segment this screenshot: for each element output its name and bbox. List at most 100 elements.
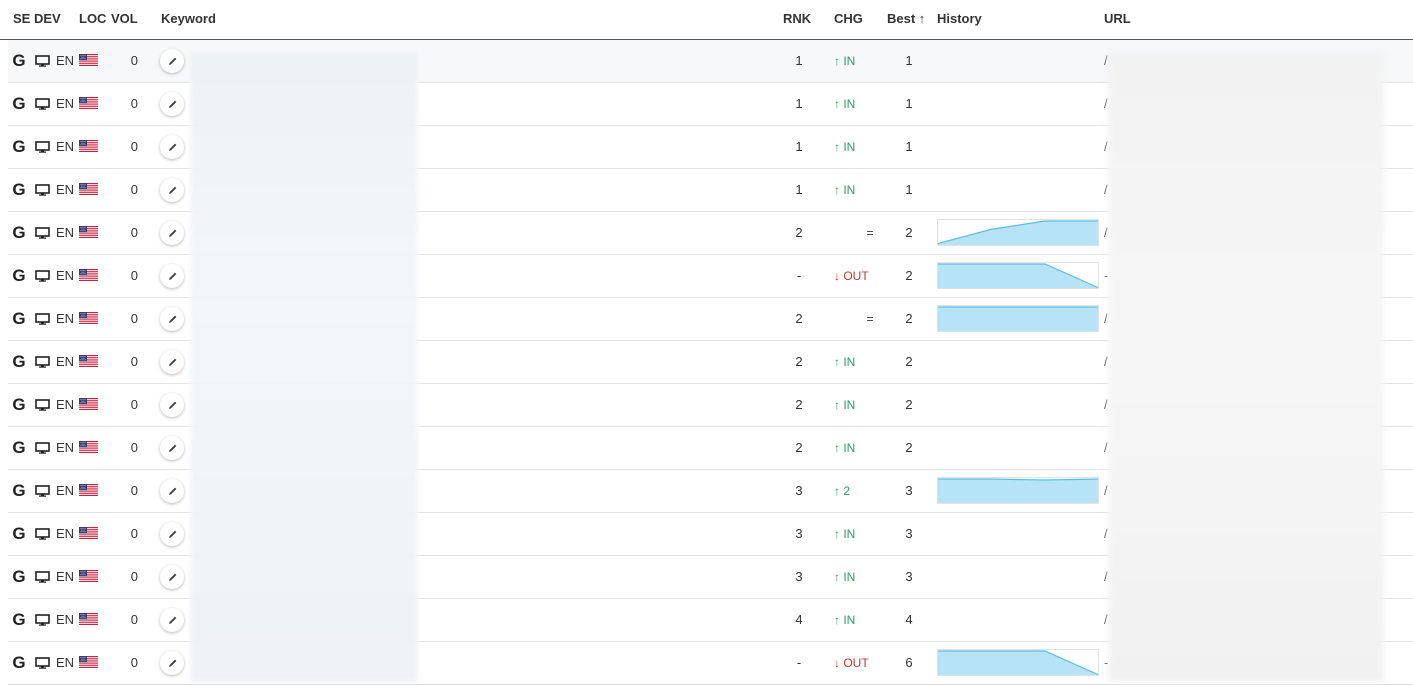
language-code: EN	[56, 268, 75, 283]
best-rank-value: 1	[905, 53, 913, 68]
edit-keyword-button[interactable]	[160, 393, 184, 417]
column-header-url[interactable]: URL	[1104, 11, 1131, 26]
volume-value: 0	[130, 268, 138, 283]
volume-value: 0	[130, 397, 138, 412]
desktop-icon	[35, 399, 50, 411]
volume-value: 0	[130, 53, 138, 68]
rank-value: 3	[795, 526, 803, 541]
google-icon: G	[12, 610, 26, 629]
language-code: EN	[56, 182, 75, 197]
history-sparkline[interactable]	[937, 219, 1099, 246]
volume-value: 0	[130, 311, 138, 326]
rank-value: 1	[795, 139, 803, 154]
change-value: ↑ IN	[834, 441, 856, 455]
google-icon: G	[12, 524, 26, 543]
pencil-icon	[167, 443, 178, 454]
edit-keyword-button[interactable]	[160, 565, 184, 589]
us-flag-icon	[79, 54, 98, 66]
edit-keyword-button[interactable]	[160, 264, 184, 288]
edit-keyword-button[interactable]	[160, 221, 184, 245]
edit-keyword-button[interactable]	[160, 350, 184, 374]
change-value: ↑ IN	[834, 527, 856, 541]
history-sparkline[interactable]	[937, 262, 1099, 289]
volume-value: 0	[130, 225, 138, 240]
language-code: EN	[56, 139, 75, 154]
column-header-keyword[interactable]: Keyword	[161, 11, 216, 26]
edit-keyword-button[interactable]	[160, 608, 184, 632]
language-code: EN	[56, 526, 75, 541]
change-value: ↑ IN	[834, 355, 856, 369]
history-area	[937, 651, 1099, 676]
best-rank-value: 2	[905, 440, 913, 455]
edit-keyword-button[interactable]	[160, 436, 184, 460]
rank-value: -	[796, 268, 802, 283]
google-icon: G	[12, 266, 26, 285]
best-rank-value: 3	[905, 526, 913, 541]
pencil-icon	[167, 615, 178, 626]
edit-keyword-button[interactable]	[160, 135, 184, 159]
us-flag-icon	[79, 441, 98, 453]
edit-keyword-button[interactable]	[160, 92, 184, 116]
best-rank-value: 4	[905, 612, 913, 627]
language-code: EN	[56, 655, 75, 670]
us-flag-icon	[79, 527, 98, 539]
history-area	[937, 479, 1099, 504]
pencil-icon	[167, 572, 178, 583]
desktop-icon	[35, 485, 50, 497]
change-value: ↑ IN	[834, 570, 856, 584]
rank-value: -	[796, 655, 802, 670]
column-header-loc[interactable]: LOC	[79, 11, 106, 26]
column-header-se[interactable]: SE	[13, 11, 30, 26]
google-icon: G	[12, 481, 26, 500]
us-flag-icon	[79, 312, 98, 324]
language-code: EN	[56, 311, 75, 326]
best-rank-value: 2	[905, 397, 913, 412]
language-code: EN	[56, 96, 75, 111]
column-header-vol[interactable]: VOL	[111, 11, 138, 26]
edit-keyword-button[interactable]	[160, 651, 184, 675]
language-code: EN	[56, 483, 75, 498]
rank-value: 2	[795, 440, 803, 455]
volume-value: 0	[130, 569, 138, 584]
column-header-history[interactable]: History	[937, 11, 982, 26]
google-icon: G	[12, 653, 26, 672]
history-sparkline[interactable]	[937, 305, 1099, 332]
google-icon: G	[12, 309, 26, 328]
rank-value: 2	[795, 354, 803, 369]
column-header-dev[interactable]: DEV	[34, 11, 61, 26]
google-icon: G	[12, 223, 26, 242]
volume-value: 0	[130, 354, 138, 369]
change-value: ↑ IN	[834, 613, 856, 627]
language-code: EN	[56, 354, 75, 369]
volume-value: 0	[130, 440, 138, 455]
google-icon: G	[12, 352, 26, 371]
column-header-chg[interactable]: CHG	[834, 11, 863, 26]
history-sparkline[interactable]	[937, 477, 1099, 504]
us-flag-icon	[79, 226, 98, 238]
language-code: EN	[56, 53, 75, 68]
history-area	[937, 307, 1099, 332]
edit-keyword-button[interactable]	[160, 479, 184, 503]
desktop-icon	[35, 657, 50, 669]
volume-value: 0	[130, 526, 138, 541]
change-value: ↑ IN	[834, 183, 856, 197]
column-header-rnk[interactable]: RNK	[783, 11, 811, 26]
rank-value: 1	[795, 53, 803, 68]
edit-keyword-button[interactable]	[160, 49, 184, 73]
us-flag-icon	[79, 183, 98, 195]
us-flag-icon	[79, 484, 98, 496]
column-header-best[interactable]: Best ↑	[887, 11, 925, 26]
history-sparkline[interactable]	[937, 649, 1099, 676]
edit-keyword-button[interactable]	[160, 307, 184, 331]
language-code: EN	[56, 397, 75, 412]
edit-keyword-button[interactable]	[160, 178, 184, 202]
pencil-icon	[167, 658, 178, 669]
pencil-icon	[167, 185, 178, 196]
us-flag-icon	[79, 570, 98, 582]
us-flag-icon	[79, 269, 98, 281]
google-icon: G	[12, 395, 26, 414]
change-value: =	[866, 226, 874, 240]
change-value: ↑ IN	[834, 54, 856, 68]
google-icon: G	[12, 567, 26, 586]
edit-keyword-button[interactable]	[160, 522, 184, 546]
